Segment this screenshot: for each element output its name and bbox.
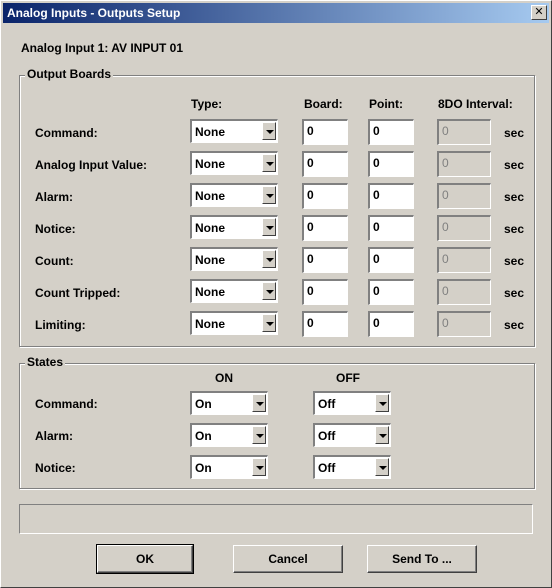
states-legend: States [25,355,66,369]
board-input[interactable]: 0 [302,151,348,177]
states-group [19,363,535,489]
off-header: OFF [336,371,360,385]
type-select-value: None [195,125,225,139]
board-input[interactable]: 0 [302,215,348,241]
interval-input: 0 [437,183,491,209]
on-state-select[interactable]: On [190,391,268,415]
on-state-select[interactable]: On [190,455,268,479]
interval-unit: sec [504,318,525,332]
point-input[interactable]: 0 [368,183,414,209]
interval-header: 8DO Interval: [438,97,513,111]
output-row-label: Notice: [35,222,76,236]
type-select-value: None [195,253,225,267]
board-input[interactable]: 0 [302,247,348,273]
ok-button[interactable]: OK [96,544,194,574]
chevron-down-icon[interactable] [262,186,276,204]
off-state-value: Off [318,397,336,411]
chevron-down-icon[interactable] [262,218,276,236]
point-header: Point: [369,97,403,111]
chevron-down-icon[interactable] [375,458,389,476]
type-select[interactable]: None [190,183,278,207]
board-input[interactable]: 0 [302,183,348,209]
point-input[interactable]: 0 [368,247,414,273]
on-header: ON [215,371,233,385]
output-row-label: Count: [35,254,74,268]
interval-unit: sec [504,222,525,236]
chevron-down-icon[interactable] [252,458,266,476]
type-select-value: None [195,285,225,299]
chevron-down-icon[interactable] [252,394,266,412]
on-state-value: On [195,429,212,443]
type-header: Type: [191,97,223,111]
type-select[interactable]: None [190,119,278,143]
chevron-down-icon[interactable] [375,394,389,412]
dialog-window: Analog Inputs - Outputs Setup ✕ Analog I… [0,0,552,588]
type-select-value: None [195,189,225,203]
on-state-select[interactable]: On [190,423,268,447]
send-to-button[interactable]: Send To ... [367,545,477,573]
chevron-down-icon[interactable] [262,250,276,268]
output-row-label: Count Tripped: [35,286,121,300]
close-button[interactable]: ✕ [531,5,547,20]
off-state-select[interactable]: Off [313,455,391,479]
title-bar[interactable]: Analog Inputs - Outputs Setup ✕ [3,3,549,23]
on-state-value: On [195,397,212,411]
chevron-down-icon[interactable] [262,314,276,332]
output-boards-group [19,75,535,347]
interval-unit: sec [504,158,525,172]
type-select-value: None [195,317,225,331]
type-select-value: None [195,221,225,235]
type-select[interactable]: None [190,151,278,175]
output-row-label: Command: [35,126,98,140]
board-input[interactable]: 0 [302,279,348,305]
chevron-down-icon[interactable] [262,282,276,300]
point-input[interactable]: 0 [368,279,414,305]
state-row-label: Alarm: [35,429,74,443]
type-select[interactable]: None [190,215,278,239]
chevron-down-icon[interactable] [252,426,266,444]
output-row-label: Limiting: [35,318,86,332]
point-input[interactable]: 0 [368,151,414,177]
output-boards-legend: Output Boards [25,67,113,81]
interval-unit: sec [504,286,525,300]
off-state-select[interactable]: Off [313,391,391,415]
interval-input: 0 [437,279,491,305]
interval-unit: sec [504,126,525,140]
type-select[interactable]: None [190,247,278,271]
chevron-down-icon[interactable] [262,154,276,172]
cancel-button[interactable]: Cancel [233,545,343,573]
off-state-value: Off [318,461,336,475]
board-header: Board: [304,97,343,111]
interval-unit: sec [504,190,525,204]
type-select[interactable]: None [190,279,278,303]
chevron-down-icon[interactable] [375,426,389,444]
window-title: Analog Inputs - Outputs Setup [7,6,181,20]
type-select[interactable]: None [190,311,278,335]
point-input[interactable]: 0 [368,119,414,145]
state-row-label: Notice: [35,461,76,475]
interval-input: 0 [437,215,491,241]
board-input[interactable]: 0 [302,119,348,145]
off-state-value: Off [318,429,336,443]
analog-input-title: Analog Input 1: AV INPUT 01 [21,41,184,55]
off-state-select[interactable]: Off [313,423,391,447]
point-input[interactable]: 0 [368,215,414,241]
board-input[interactable]: 0 [302,311,348,337]
output-row-label: Alarm: [35,190,74,204]
output-row-label: Analog Input Value: [35,158,148,172]
interval-input: 0 [437,311,491,337]
interval-input: 0 [437,119,491,145]
interval-input: 0 [437,247,491,273]
interval-input: 0 [437,151,491,177]
chevron-down-icon[interactable] [262,122,276,140]
on-state-value: On [195,461,212,475]
interval-unit: sec [504,254,525,268]
type-select-value: None [195,157,225,171]
status-bar [19,504,533,534]
state-row-label: Command: [35,397,98,411]
point-input[interactable]: 0 [368,311,414,337]
